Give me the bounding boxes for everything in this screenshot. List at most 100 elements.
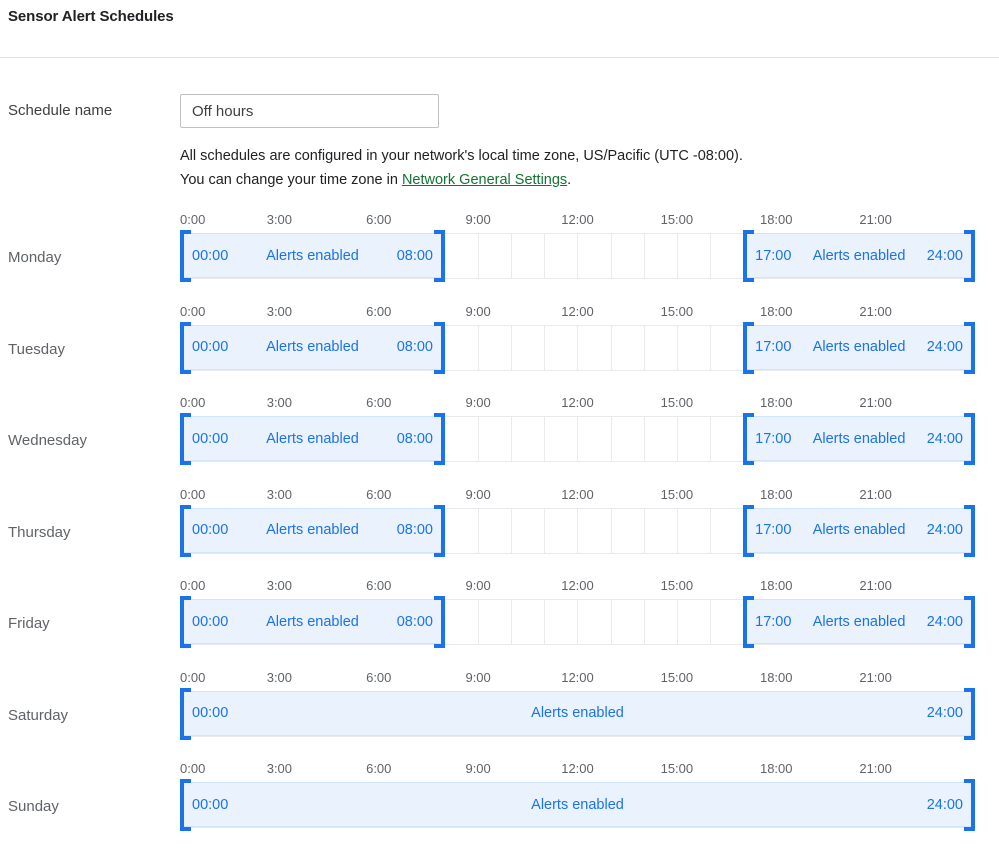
day-label-friday: Friday [8, 614, 50, 634]
range-start-handle[interactable] [180, 779, 191, 831]
range-start-handle[interactable] [180, 230, 191, 282]
range-end-handle[interactable] [964, 413, 975, 465]
hour-tick-label: 3:00 [267, 395, 292, 410]
hour-gridline [710, 234, 711, 278]
inactive-range[interactable] [445, 233, 743, 278]
range-start-label: 17:00 [755, 431, 791, 447]
hour-tick-label: 15:00 [661, 578, 694, 593]
range-start-handle[interactable] [180, 413, 191, 465]
range-start-handle[interactable] [180, 688, 191, 740]
range-status-label: Alerts enabled [531, 705, 624, 721]
hour-gridline [611, 600, 612, 644]
hour-tick-label: 18:00 [760, 212, 793, 227]
alert-range-block[interactable]: 00:00Alerts enabled24:00 [180, 691, 975, 736]
hour-gridline [710, 600, 711, 644]
hour-gridline [478, 417, 479, 461]
hour-tick-label: 6:00 [366, 761, 391, 776]
alert-range-block[interactable]: 17:00Alerts enabled24:00 [743, 508, 975, 553]
hour-axis: 0:003:006:009:0012:0015:0018:0021:00 [180, 395, 975, 415]
alert-range-block[interactable]: 00:00Alerts enabled08:00 [180, 508, 445, 553]
inactive-range[interactable] [445, 416, 743, 461]
range-end-handle[interactable] [434, 596, 445, 648]
alert-range-block[interactable]: 00:00Alerts enabled08:00 [180, 599, 445, 644]
hour-gridline [677, 234, 678, 278]
alert-range-block[interactable]: 17:00Alerts enabled24:00 [743, 416, 975, 461]
hour-gridline [611, 417, 612, 461]
hour-axis: 0:003:006:009:0012:0015:0018:0021:00 [180, 304, 975, 324]
hour-tick-label: 9:00 [465, 578, 490, 593]
day-track-wrapper: 0:003:006:009:0012:0015:0018:0021:0000:0… [180, 578, 975, 650]
range-end-handle[interactable] [434, 322, 445, 374]
alert-range-block[interactable]: 17:00Alerts enabled24:00 [743, 233, 975, 278]
range-start-handle[interactable] [180, 596, 191, 648]
range-end-handle[interactable] [964, 322, 975, 374]
day-track[interactable]: 00:00Alerts enabled08:00 17:00Alerts enab… [180, 508, 975, 554]
range-start-handle[interactable] [180, 505, 191, 557]
hour-axis: 0:003:006:009:0012:0015:0018:0021:00 [180, 487, 975, 507]
range-end-handle[interactable] [434, 413, 445, 465]
alert-range-block[interactable]: 00:00Alerts enabled24:00 [180, 782, 975, 827]
day-row: Thursday0:003:006:009:0012:0015:0018:002… [0, 487, 999, 579]
hour-tick-label: 21:00 [859, 670, 892, 685]
range-start-handle[interactable] [743, 322, 754, 374]
day-row: Friday0:003:006:009:0012:0015:0018:0021:… [0, 578, 999, 670]
hour-tick-label: 21:00 [859, 578, 892, 593]
range-start-label: 00:00 [192, 431, 228, 447]
hour-gridline [577, 234, 578, 278]
hour-gridline [511, 326, 512, 370]
alert-range-block[interactable]: 17:00Alerts enabled24:00 [743, 599, 975, 644]
range-start-handle[interactable] [743, 230, 754, 282]
network-general-settings-link[interactable]: Network General Settings [402, 172, 567, 188]
range-end-handle[interactable] [964, 505, 975, 557]
hour-gridline [644, 600, 645, 644]
hour-axis: 0:003:006:009:0012:0015:0018:0021:00 [180, 212, 975, 232]
day-track[interactable]: 00:00Alerts enabled24:00 [180, 782, 975, 828]
hour-tick-label: 15:00 [661, 761, 694, 776]
hour-gridline [577, 326, 578, 370]
range-end-handle[interactable] [434, 505, 445, 557]
inactive-range[interactable] [445, 325, 743, 370]
day-track[interactable]: 00:00Alerts enabled08:00 17:00Alerts enab… [180, 233, 975, 279]
range-start-handle[interactable] [180, 322, 191, 374]
hour-axis: 0:003:006:009:0012:0015:0018:0021:00 [180, 578, 975, 598]
hour-tick-label: 3:00 [267, 487, 292, 502]
range-end-handle[interactable] [964, 230, 975, 282]
range-end-handle[interactable] [434, 230, 445, 282]
range-start-handle[interactable] [743, 413, 754, 465]
range-end-label: 24:00 [927, 705, 963, 721]
hour-tick-label: 18:00 [760, 395, 793, 410]
hour-gridline [478, 509, 479, 553]
inactive-range[interactable] [445, 599, 743, 644]
range-end-handle[interactable] [964, 596, 975, 648]
day-track[interactable]: 00:00Alerts enabled08:00 17:00Alerts enab… [180, 416, 975, 462]
range-start-label: 00:00 [192, 339, 228, 355]
alert-range-block[interactable]: 00:00Alerts enabled08:00 [180, 416, 445, 461]
hour-gridline [611, 234, 612, 278]
schedule-name-input[interactable] [180, 94, 439, 128]
hour-tick-label: 0:00 [180, 578, 205, 593]
hour-gridline [577, 417, 578, 461]
range-start-handle[interactable] [743, 596, 754, 648]
hour-gridline [644, 417, 645, 461]
range-status-label: Alerts enabled [813, 339, 906, 355]
inactive-range[interactable] [445, 508, 743, 553]
day-track-wrapper: 0:003:006:009:0012:0015:0018:0021:0000:0… [180, 487, 975, 559]
hour-tick-label: 12:00 [561, 304, 594, 319]
hour-tick-label: 12:00 [561, 670, 594, 685]
hour-tick-label: 9:00 [465, 304, 490, 319]
hour-gridline [544, 600, 545, 644]
timezone-note-prefix: You can change your time zone in [180, 172, 402, 188]
range-start-handle[interactable] [743, 505, 754, 557]
alert-range-block[interactable]: 00:00Alerts enabled08:00 [180, 233, 445, 278]
day-row: Monday0:003:006:009:0012:0015:0018:0021:… [0, 212, 999, 304]
alert-range-block[interactable]: 17:00Alerts enabled24:00 [743, 325, 975, 370]
hour-tick-label: 15:00 [661, 487, 694, 502]
alert-range-block[interactable]: 00:00Alerts enabled08:00 [180, 325, 445, 370]
day-track[interactable]: 00:00Alerts enabled08:00 17:00Alerts enab… [180, 325, 975, 371]
day-label-tuesday: Tuesday [8, 340, 65, 360]
range-end-handle[interactable] [964, 779, 975, 831]
hour-tick-label: 3:00 [267, 578, 292, 593]
range-end-handle[interactable] [964, 688, 975, 740]
day-track[interactable]: 00:00Alerts enabled24:00 [180, 691, 975, 737]
day-track[interactable]: 00:00Alerts enabled08:00 17:00Alerts enab… [180, 599, 975, 645]
